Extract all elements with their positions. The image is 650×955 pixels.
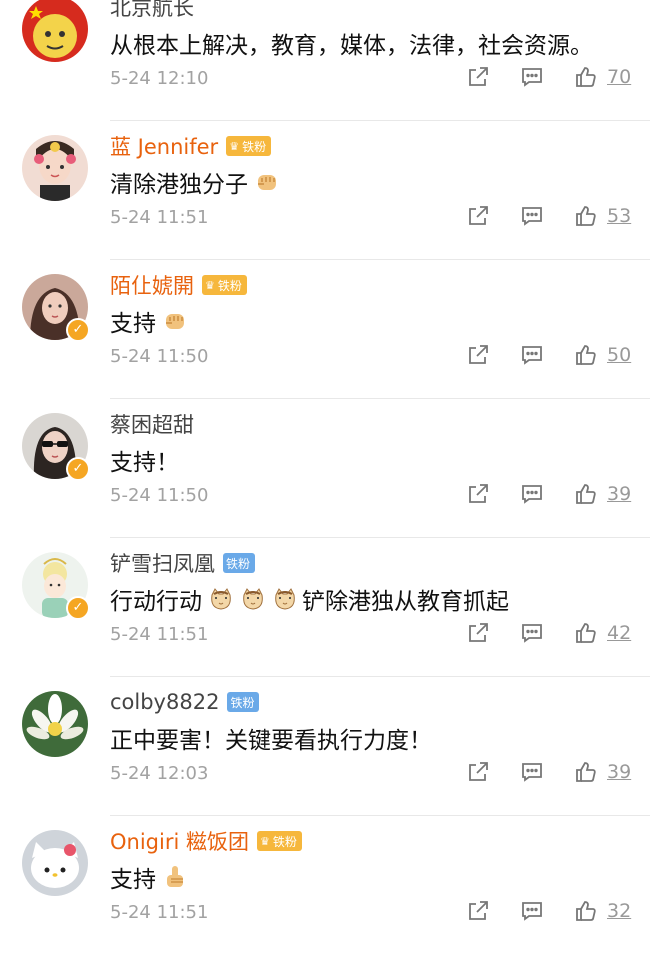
thumbs-up-emoji-icon xyxy=(162,864,188,890)
like-icon[interactable] xyxy=(571,479,601,509)
comment-icon[interactable] xyxy=(517,62,547,92)
username-row: 铲雪扫凤凰 铁粉 xyxy=(110,548,256,578)
fan-badge: ♛ 铁粉 xyxy=(202,275,247,295)
comment-item: ✓ 陌仩婋開 ♛ 铁粉 支持 5-24 11:50 50 xyxy=(0,260,650,399)
like-count[interactable]: 42 xyxy=(607,622,631,644)
like-count[interactable]: 39 xyxy=(607,483,631,505)
like-icon[interactable] xyxy=(571,62,601,92)
timestamp: 5-24 11:51 xyxy=(110,624,209,645)
fan-badge: 铁粉 xyxy=(227,692,260,712)
like-icon[interactable] xyxy=(571,757,601,787)
like-count[interactable]: 32 xyxy=(607,900,631,922)
share-icon[interactable] xyxy=(463,618,493,648)
cat-emoji-icon xyxy=(240,586,266,612)
comment-item: ✓ 铲雪扫凤凰 铁粉 行动行动 铲除港独从教育抓起 5-24 11:51 42 xyxy=(0,538,650,677)
comment-actions: 53 xyxy=(463,201,631,231)
avatar[interactable] xyxy=(22,691,88,757)
comment-text: 支持 xyxy=(110,304,188,338)
comment-actions: 39 xyxy=(463,757,631,787)
username-row: 陌仩婋開 ♛ 铁粉 xyxy=(110,270,247,300)
username[interactable]: 铲雪扫凤凰 xyxy=(110,548,215,578)
like-count[interactable]: 39 xyxy=(607,761,631,783)
avatar[interactable] xyxy=(22,0,88,62)
share-icon[interactable] xyxy=(463,479,493,509)
comment-actions: 42 xyxy=(463,618,631,648)
username-row: 北京航长 xyxy=(110,0,194,22)
verified-badge-icon: ✓ xyxy=(66,318,90,342)
share-icon[interactable] xyxy=(463,896,493,926)
comment-icon[interactable] xyxy=(517,896,547,926)
crown-icon: ♛ xyxy=(229,139,240,153)
verified-badge-icon: ✓ xyxy=(66,596,90,620)
comment-item: colby8822 铁粉 正中要害！关键要看执行力度！ 5-24 12:03 3… xyxy=(0,677,650,816)
comment-actions: 70 xyxy=(463,62,631,92)
like-count[interactable]: 50 xyxy=(607,344,631,366)
comment-actions: 50 xyxy=(463,340,631,370)
username-row: colby8822 铁粉 xyxy=(110,687,260,717)
avatar[interactable] xyxy=(22,135,88,201)
username[interactable]: colby8822 xyxy=(110,690,219,714)
comment-icon[interactable] xyxy=(517,340,547,370)
comment-icon[interactable] xyxy=(517,618,547,648)
comment-text: 支持！ xyxy=(110,450,179,476)
cat-emoji-icon xyxy=(208,586,234,612)
comment-icon[interactable] xyxy=(517,201,547,231)
avatar[interactable] xyxy=(22,830,88,896)
username-row: 蔡困超甜 xyxy=(110,409,194,439)
like-icon[interactable] xyxy=(571,201,601,231)
fist-emoji-icon xyxy=(254,169,280,195)
crown-icon: ♛ xyxy=(259,834,270,848)
like-count[interactable]: 53 xyxy=(607,205,631,227)
username[interactable]: 蔡困超甜 xyxy=(110,409,194,439)
fan-badge: ♛ 铁粉 xyxy=(256,831,302,851)
username[interactable]: 陌仩婋開 xyxy=(110,270,194,300)
like-icon[interactable] xyxy=(571,896,601,926)
share-icon[interactable] xyxy=(463,201,493,231)
cat-emoji-icon xyxy=(272,586,298,612)
fan-badge: 铁粉 xyxy=(223,553,256,573)
comment-item: 北京航长 从根本上解决，教育，媒体，法律，社会资源。 5-24 12:10 70 xyxy=(0,0,650,121)
comment-actions: 39 xyxy=(463,479,631,509)
crown-icon: ♛ xyxy=(205,278,215,292)
timestamp: 5-24 11:50 xyxy=(110,346,209,367)
comment-actions: 32 xyxy=(463,896,631,926)
username[interactable]: 北京航长 xyxy=(110,0,194,22)
comment-text: 行动行动 铲除港独从教育抓起 xyxy=(110,582,509,616)
like-icon[interactable] xyxy=(571,340,601,370)
timestamp: 5-24 11:51 xyxy=(110,207,209,228)
comment-icon[interactable] xyxy=(517,757,547,787)
timestamp: 5-24 11:51 xyxy=(110,902,209,923)
username[interactable]: Onigiri 糍饭团 xyxy=(110,826,249,856)
share-icon[interactable] xyxy=(463,62,493,92)
timestamp: 5-24 12:10 xyxy=(110,68,209,89)
comment-icon[interactable] xyxy=(517,479,547,509)
fan-badge: ♛ 铁粉 xyxy=(226,136,272,156)
timestamp: 5-24 12:03 xyxy=(110,763,209,784)
like-count[interactable]: 70 xyxy=(607,66,631,88)
comment-text: 清除港独分子 xyxy=(110,165,280,199)
comment-item: Onigiri 糍饭团 ♛ 铁粉 支持 5-24 11:51 32 xyxy=(0,816,650,955)
comment-text: 正中要害！关键要看执行力度！ xyxy=(110,728,432,754)
share-icon[interactable] xyxy=(463,757,493,787)
verified-badge-icon: ✓ xyxy=(66,457,90,481)
username[interactable]: 蓝 Jennifer xyxy=(110,131,218,161)
comment-text: 从根本上解决，教育，媒体，法律，社会资源。 xyxy=(110,33,593,59)
timestamp: 5-24 11:50 xyxy=(110,485,209,506)
username-row: 蓝 Jennifer ♛ 铁粉 xyxy=(110,131,272,161)
like-icon[interactable] xyxy=(571,618,601,648)
share-icon[interactable] xyxy=(463,340,493,370)
comment-item: 蓝 Jennifer ♛ 铁粉 清除港独分子 5-24 11:51 53 xyxy=(0,121,650,260)
fist-emoji-icon xyxy=(162,308,188,334)
comment-item: ✓ 蔡困超甜 支持！ 5-24 11:50 39 xyxy=(0,399,650,538)
comment-text: 支持 xyxy=(110,860,188,894)
username-row: Onigiri 糍饭团 ♛ 铁粉 xyxy=(110,826,302,856)
